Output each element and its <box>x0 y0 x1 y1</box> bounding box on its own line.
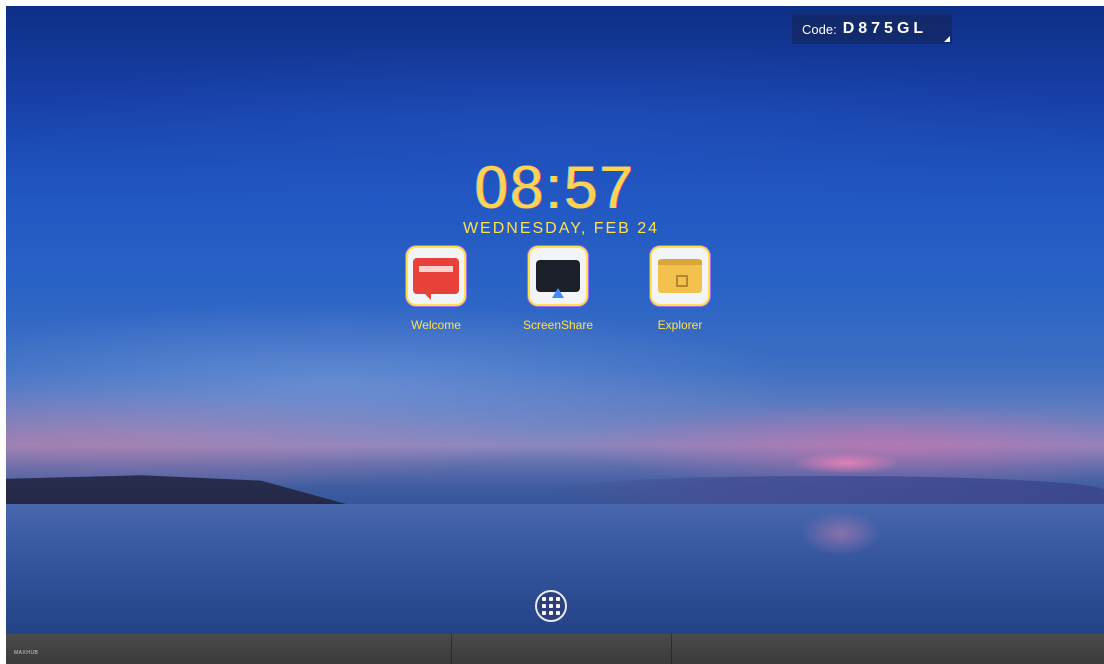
app-explorer[interactable]: Explorer <box>630 246 730 332</box>
app-label-explorer[interactable]: Explorer <box>630 318 730 332</box>
code-label: Code: <box>802 21 837 37</box>
taskbar-divider <box>451 634 452 664</box>
code-value: D875GL <box>842 20 928 37</box>
brand-logo: MAXHUB <box>14 650 39 656</box>
screenshare-app-tile[interactable] <box>528 246 588 306</box>
wallpaper-horizon <box>546 476 1104 506</box>
taskbar[interactable]: MAXHUB <box>6 634 1104 664</box>
app-screenshare[interactable]: ScreenShare <box>508 246 608 332</box>
wallpaper-cloud <box>791 452 901 474</box>
app-label-screenshare[interactable]: ScreenShare <box>508 318 608 332</box>
screenshare-icon <box>536 260 580 298</box>
wallpaper-hill <box>6 475 346 504</box>
taskbar-divider <box>671 634 672 664</box>
app-grid-icon <box>542 597 560 615</box>
welcome-app-tile[interactable] <box>406 246 466 306</box>
folder-icon <box>658 259 702 293</box>
wallpaper-reflection <box>801 511 881 556</box>
corner-indicator-icon <box>944 36 950 42</box>
desktop-wallpaper: Code: D875GL 08:57 WEDNESDAY, FEB 24 Wel… <box>6 6 1104 634</box>
explorer-app-tile[interactable] <box>650 246 710 306</box>
clock-time: 08:57 <box>474 154 636 221</box>
clock-date: WEDNESDAY, FEB 24 <box>462 220 660 237</box>
app-welcome[interactable]: Welcome <box>386 246 486 332</box>
app-label-welcome[interactable]: Welcome <box>386 318 486 332</box>
welcome-icon <box>413 258 459 300</box>
app-drawer-button[interactable] <box>535 590 567 622</box>
connection-code-badge: Code: D875GL <box>792 14 952 44</box>
